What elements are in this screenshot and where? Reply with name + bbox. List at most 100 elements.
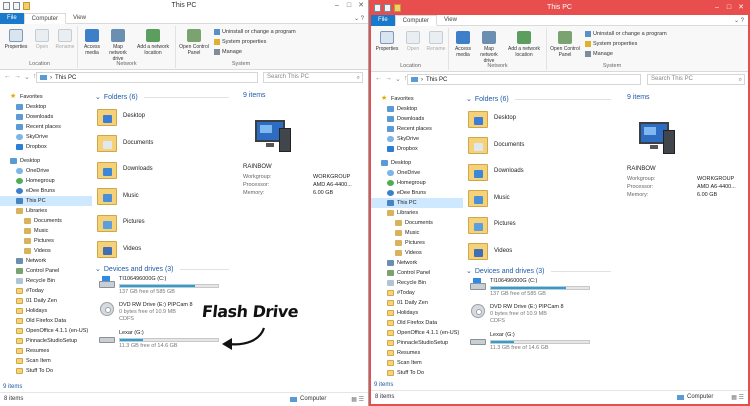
folder-item[interactable]: Desktop <box>468 105 516 131</box>
folder-item[interactable]: Documents <box>468 132 524 158</box>
sidebar-item-desktop-child[interactable]: OneDrive <box>0 166 49 176</box>
sidebar-item-folder[interactable]: Resumes <box>371 348 420 358</box>
sidebar-item-folder[interactable]: PinnacleStudioSetup <box>0 336 77 346</box>
sidebar-item-favorite[interactable]: Downloads <box>0 112 53 122</box>
folder-item[interactable]: Documents <box>97 130 153 156</box>
sidebar-item-favorite[interactable]: Recent places <box>0 122 61 132</box>
sidebar-item-library[interactable]: Music <box>371 228 419 238</box>
sidebar-item-system[interactable]: Recycle Bin <box>0 276 55 286</box>
access-media-button[interactable]: Access media <box>78 27 106 56</box>
sidebar-item-system[interactable]: Network <box>371 258 417 268</box>
breadcrumb-this-pc[interactable]: This PC <box>426 77 447 83</box>
sidebar-item-folder[interactable]: #Today <box>0 286 44 296</box>
favorites-item[interactable]: ★ Favorites <box>0 92 43 102</box>
maximize-button[interactable]: □ <box>344 1 354 10</box>
back-arrow-icon[interactable]: ← <box>4 73 11 81</box>
close-button[interactable]: ✕ <box>736 3 746 12</box>
folder-item[interactable]: Music <box>97 183 139 209</box>
tab-computer[interactable]: Computer <box>394 15 438 26</box>
sidebar-item-folder[interactable]: OpenOffice 4.1.1 (en-US) <box>371 328 459 338</box>
sidebar-item-folder[interactable]: 01 Daily Zen <box>0 296 57 306</box>
uninstall-program-button[interactable]: Uninstall or change a program <box>585 31 667 37</box>
address-bar[interactable]: › This PC <box>407 74 641 85</box>
uninstall-program-button[interactable]: Uninstall or change a program <box>214 29 296 35</box>
sidebar-item-desktop-child[interactable]: OneDrive <box>371 168 420 178</box>
drive-item[interactable]: TI106496000G (C:) 137 GB free of 585 GB <box>99 276 219 296</box>
forward-arrow-icon[interactable]: → <box>14 73 21 81</box>
collapse-chevron-icon[interactable]: ⌄ <box>95 93 101 101</box>
folder-item[interactable]: Music <box>468 185 510 211</box>
collapse-chevron-icon[interactable]: ⌄ <box>466 95 472 103</box>
drive-item[interactable]: TI106496000G (C:) 137 GB free of 585 GB <box>470 278 590 298</box>
sidebar-item-desktop-child[interactable]: This PC <box>0 196 92 206</box>
sidebar-item-desktop-child[interactable]: eDee Bruns <box>371 188 426 198</box>
sidebar-item-library[interactable]: Documents <box>371 218 433 228</box>
recent-locations-chevron-icon[interactable]: ⌄ <box>395 75 401 83</box>
folder-item[interactable]: Downloads <box>468 158 524 184</box>
collapse-chevron-icon[interactable]: ⌄ <box>95 265 101 273</box>
sidebar-item-folder[interactable]: Scan Item <box>0 356 51 366</box>
sidebar-item-folder[interactable]: Holidays <box>371 308 418 318</box>
sidebar-item-folder[interactable]: Scan Item <box>371 358 422 368</box>
sidebar-item-library[interactable]: Videos <box>371 248 422 258</box>
search-input[interactable]: Search This PC ⌕ <box>647 74 745 85</box>
manage-button[interactable]: Manage <box>214 49 242 55</box>
collapse-chevron-icon[interactable]: ⌄ <box>466 267 472 275</box>
folder-item[interactable]: Downloads <box>97 156 153 182</box>
properties-button[interactable]: Properties <box>373 29 401 52</box>
sidebar-item-library[interactable]: Music <box>0 226 48 236</box>
sidebar-item-desktop-child[interactable]: Homegroup <box>0 176 55 186</box>
open-control-panel-button[interactable]: Open Control Panel <box>176 27 212 56</box>
view-toggle[interactable]: ▦ ☰ <box>351 396 364 403</box>
breadcrumb-separator-icon[interactable]: › <box>421 77 423 83</box>
sidebar-item-desktop-child[interactable]: Libraries <box>371 208 418 218</box>
close-button[interactable]: ✕ <box>356 1 366 10</box>
help-icon[interactable]: ⌄ ? <box>734 17 744 24</box>
tab-view[interactable]: View <box>66 13 93 24</box>
add-network-location-button[interactable]: Add a network location <box>134 27 172 56</box>
sidebar-item-system[interactable]: Network <box>0 256 46 266</box>
sidebar-item-desktop[interactable]: Desktop <box>0 156 40 166</box>
sidebar-item-folder[interactable]: Old Firefox Data <box>0 316 66 326</box>
rename-button[interactable]: Rename <box>422 29 450 52</box>
sidebar-item-favorite[interactable]: SkyDrive <box>371 134 419 144</box>
folder-item[interactable]: Desktop <box>97 103 145 129</box>
sidebar-item-system[interactable]: Control Panel <box>371 268 430 278</box>
recent-locations-chevron-icon[interactable]: ⌄ <box>24 73 30 81</box>
drive-item[interactable]: DVD RW Drive (E:) PIPCam 80 bytes free o… <box>99 302 193 323</box>
folders-section-header[interactable]: ⌄ Folders (6) <box>95 93 237 101</box>
sidebar-item-folder[interactable]: Stuff To Do <box>0 366 53 376</box>
sidebar-item-desktop-child[interactable]: Libraries <box>0 206 47 216</box>
map-network-drive-button[interactable]: Map network drive <box>104 27 132 62</box>
sidebar-item-folder[interactable]: 01 Daily Zen <box>371 298 428 308</box>
search-input[interactable]: Search This PC ⌕ <box>263 72 363 83</box>
manage-button[interactable]: Manage <box>585 51 613 57</box>
sidebar-item-folder[interactable]: PinnacleStudioSetup <box>371 338 448 348</box>
sidebar-item-favorite[interactable]: Recent places <box>371 124 432 134</box>
navigation-pane[interactable]: ★ Favorites Desktop Downloads Recent places S… <box>0 88 92 392</box>
sidebar-item-favorite[interactable]: Downloads <box>371 114 424 124</box>
sidebar-item-folder[interactable]: Stuff To Do <box>371 368 424 378</box>
sidebar-item-desktop-child[interactable]: eDee Bruns <box>0 186 55 196</box>
devices-section-header[interactable]: ⌄ Devices and drives (3) <box>466 267 619 275</box>
sidebar-item-desktop[interactable]: Desktop <box>371 158 411 168</box>
system-properties-button[interactable]: System properties <box>214 39 266 45</box>
sidebar-item-favorite[interactable]: Desktop <box>0 102 46 112</box>
sidebar-item-desktop-child[interactable]: This PC <box>371 198 463 208</box>
drive-item[interactable]: Lexar (G:) 11.3 GB free of 14.6 GB <box>99 330 219 350</box>
sidebar-item-favorite[interactable]: Dropbox <box>0 142 47 152</box>
navigation-pane[interactable]: ★ Favorites Desktop Downloads Recent places S… <box>371 90 463 390</box>
rename-button[interactable]: Rename <box>51 27 79 50</box>
folder-item[interactable]: Videos <box>97 236 141 262</box>
sidebar-item-system[interactable]: Control Panel <box>0 266 59 276</box>
sidebar-item-favorite[interactable]: Dropbox <box>371 144 418 154</box>
folders-section-header[interactable]: ⌄ Folders (6) <box>466 95 619 103</box>
minimize-button[interactable]: – <box>332 1 342 10</box>
sidebar-item-library[interactable]: Documents <box>0 216 62 226</box>
open-control-panel-button[interactable]: Open Control Panel <box>547 29 583 58</box>
sidebar-item-favorite[interactable]: SkyDrive <box>0 132 48 142</box>
minimize-button[interactable]: – <box>712 3 722 12</box>
sidebar-item-folder[interactable]: Resumes <box>0 346 49 356</box>
breadcrumb-separator-icon[interactable]: › <box>50 75 52 81</box>
sidebar-item-folder[interactable]: Holidays <box>0 306 47 316</box>
